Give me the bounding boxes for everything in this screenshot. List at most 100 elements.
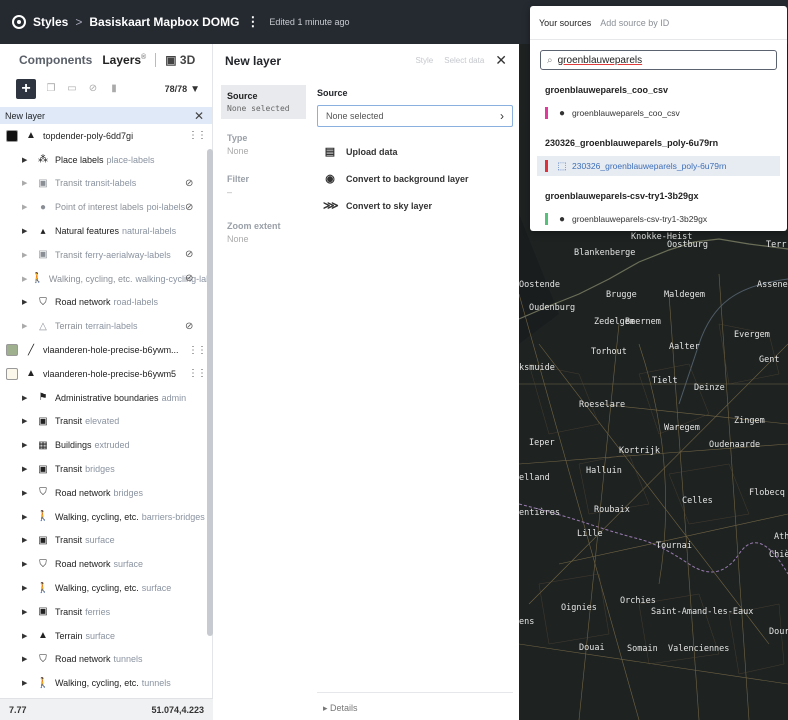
source-search-input[interactable]: ⌕ groenblauweparels [540,50,777,70]
map-place-label: Deinze [694,383,725,393]
eye-off-icon[interactable]: ⊘ [185,178,193,189]
source-item[interactable]: ● groenblauweparels-csv-try1-3b29gx [537,209,780,229]
filter-icon[interactable]: ▼ [190,84,200,95]
layer-sublabel: extruded [94,440,130,451]
layer-name: Terrain [55,630,83,641]
layer-name: Road network [55,487,111,498]
expand-arrow-icon[interactable]: ▶ [22,632,32,640]
mapbox-logo-icon[interactable] [12,15,26,29]
drag-handle-icon[interactable]: ⋮⋮ [188,368,207,379]
expand-arrow-icon[interactable]: ▶ [22,560,32,568]
expand-arrow-icon[interactable]: ▶ [22,513,32,521]
fill-icon: ▲ [26,368,36,380]
layer-sublabel: transit-labels [85,178,137,189]
source-select[interactable]: None selected › [317,105,513,127]
convert-sky-button[interactable]: ⋙ Convert to sky layer [317,199,513,212]
step-source[interactable]: Source None selected [221,85,306,119]
eye-off-icon[interactable]: ⊘ [185,273,193,284]
expand-arrow-icon[interactable]: ▶ [22,275,27,283]
expand-arrow-icon[interactable]: ▶ [22,489,32,497]
details-toggle[interactable]: ▸ Details [317,692,513,720]
tab-3d[interactable]: ▣ 3D [165,53,195,67]
layer-row[interactable]: ▶ 🚶 Walking, cycling, etc. tunnels [0,671,212,695]
layer-row[interactable]: ╱ vlaanderen-hole-precise-b6ywm... ⋮⋮ [0,338,212,362]
tab-divider [155,53,157,67]
close-icon[interactable]: ✕ [194,109,204,123]
layer-row[interactable]: ▶ ▦ Buildings extruded [0,433,212,457]
tab-select-data[interactable]: Select data [444,56,484,65]
duplicate-layer-icon[interactable]: ❐ [45,84,57,94]
layer-color-swatch[interactable] [6,344,18,357]
layer-row[interactable]: ▶ ▣ Transit transit-labels ⊘ [0,172,212,196]
convert-background-button[interactable]: ◉ Convert to background layer [317,172,513,185]
delete-layer-icon[interactable]: ▮ [108,84,120,94]
source-item[interactable]: ● groenblauweparels_coo_csv [537,103,780,123]
layer-row[interactable]: ▶ △ Terrain terrain-labels ⊘ [0,314,212,338]
layer-color-swatch[interactable] [6,129,18,142]
layer-row[interactable]: ▶ 🚶 Walking, cycling, etc. surface [0,576,212,600]
layer-row[interactable]: ▶ ⛉ Road network surface [0,552,212,576]
layer-sublabel: ferry-aerialway-labels [85,249,171,260]
drag-handle-icon[interactable]: ⋮⋮ [188,130,207,141]
layer-row[interactable]: ▶ ⁂ Place labels place-labels [0,148,212,172]
style-menu-icon[interactable]: ⋮ [246,14,259,30]
styles-breadcrumb[interactable]: Styles [33,15,68,29]
expand-arrow-icon[interactable]: ▶ [22,417,32,425]
tab-components[interactable]: Components [19,53,92,67]
step-filter[interactable]: Filter – [221,168,306,203]
eye-off-icon[interactable]: ⊘ [185,202,193,213]
transit-icon: ▣ [38,534,48,546]
layer-row[interactable]: ▶ ▣ Transit elevated [0,410,212,434]
tab-style[interactable]: Style [415,56,433,65]
new-layer-row[interactable]: New layer ✕ [0,107,212,124]
drag-handle-icon[interactable]: ⋮⋮ [188,345,207,356]
tab-add-source-by-id[interactable]: Add source by ID [600,18,669,28]
layer-row[interactable]: ▶ ⛉ Road network road-labels [0,291,212,315]
layer-row[interactable]: ▲ topdender-poly-6dd7gi ⋮⋮ [0,124,212,148]
expand-arrow-icon[interactable]: ▶ [22,679,32,687]
step-type[interactable]: Type None [221,127,306,162]
expand-arrow-icon[interactable]: ▶ [22,441,32,449]
layer-row[interactable]: ▶ ▣ Transit ferries [0,600,212,624]
expand-arrow-icon[interactable]: ▶ [22,322,32,330]
layer-row[interactable]: ▶ ▣ Transit bridges [0,457,212,481]
tab-layers[interactable]: Layers® [102,53,146,67]
admin-icon: ⚑ [38,392,48,404]
layer-row[interactable]: ▶ ▣ Transit surface [0,529,212,553]
expand-arrow-icon[interactable]: ▶ [22,156,32,164]
layer-row[interactable]: ▶ ▲ Terrain surface [0,624,212,648]
hide-layer-icon[interactable]: ⊘ [87,84,99,94]
tab-your-sources[interactable]: Your sources [539,18,591,28]
eye-off-icon[interactable]: ⊘ [185,249,193,260]
expand-arrow-icon[interactable]: ▶ [22,465,32,473]
layer-row[interactable]: ▶ ▴ Natural features natural-labels [0,219,212,243]
layer-row[interactable]: ▶ 🚶 Walking, cycling, etc. barriers-bridges [0,505,212,529]
layer-row[interactable]: ▶ ▣ Transit ferry-aerialway-labels ⊘ [0,243,212,267]
expand-arrow-icon[interactable]: ▶ [22,608,32,616]
layer-row[interactable]: ▶ ⚑ Administrative boundaries admin [0,386,212,410]
style-name[interactable]: Basiskaart Mapbox DOMG [89,15,239,29]
expand-arrow-icon[interactable]: ▶ [22,227,32,235]
layer-row[interactable]: ▲ vlaanderen-hole-precise-b6ywm5 ⋮⋮ [0,362,212,386]
add-layer-button[interactable]: + [16,79,36,99]
layer-row[interactable]: ▶ ⛉ Road network bridges [0,481,212,505]
close-panel-icon[interactable]: ✕ [495,52,507,69]
source-item[interactable]: ⬚ 230326_groenblauweparels_poly-6u79rn [537,156,780,176]
expand-arrow-icon[interactable]: ▶ [22,179,32,187]
step-zoom-extent[interactable]: Zoom extent None [221,215,306,250]
group-layers-icon[interactable]: ▭ [66,84,78,94]
expand-arrow-icon[interactable]: ▶ [22,655,32,663]
expand-arrow-icon[interactable]: ▶ [22,536,32,544]
layer-row[interactable]: ▶ ● Point of interest labels poi-labels ⊘ [0,195,212,219]
expand-arrow-icon[interactable]: ▶ [22,394,32,402]
upload-data-button[interactable]: ▤ Upload data [317,145,513,158]
expand-arrow-icon[interactable]: ▶ [22,203,32,211]
expand-arrow-icon[interactable]: ▶ [22,298,32,306]
expand-arrow-icon[interactable]: ▶ [22,584,32,592]
expand-arrow-icon[interactable]: ▶ [22,251,32,259]
layer-sublabel: bridges [113,487,144,498]
layer-color-swatch[interactable] [6,367,18,380]
eye-off-icon[interactable]: ⊘ [185,321,193,332]
layer-row[interactable]: ▶ 🚶 Walking, cycling, etc. walking-cycling-… [0,267,212,291]
layer-row[interactable]: ▶ ⛉ Road network tunnels [0,648,212,672]
